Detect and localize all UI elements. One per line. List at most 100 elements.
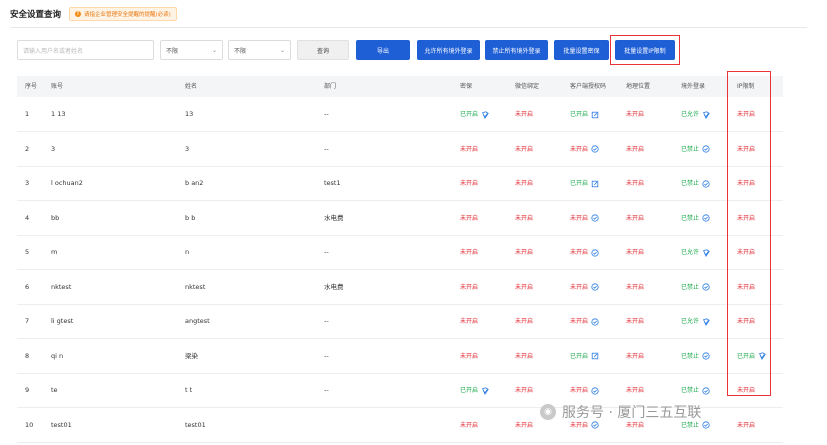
cell-wechat[interactable]: 未开启 <box>515 132 533 166</box>
cell-client[interactable]: 未开启 <box>570 201 599 235</box>
cell-dept: -- <box>324 351 329 360</box>
cell-mibao[interactable]: 已开启 <box>460 373 489 407</box>
cell-overseas[interactable]: 已禁止 <box>681 201 710 235</box>
cell-geo[interactable]: 未开启 <box>626 235 644 269</box>
shield-check-icon[interactable] <box>702 236 710 270</box>
cell-client[interactable]: 已开启 <box>570 97 599 131</box>
cell-overseas[interactable]: 已禁止 <box>681 166 710 200</box>
cell-mibao[interactable]: 未开启 <box>460 270 478 304</box>
status-text: 已开启 <box>570 352 589 360</box>
status-text: 未开启 <box>515 249 534 256</box>
cell-client[interactable]: 未开启 <box>570 270 599 304</box>
cell-overseas[interactable]: 已禁止 <box>681 132 710 166</box>
cell-dept: 水电费 <box>324 282 344 291</box>
cell-name: b b <box>185 213 196 222</box>
cell-client[interactable]: 已开启 <box>570 339 599 373</box>
filter-select-1[interactable]: 不限 ⌄ <box>160 40 223 60</box>
shield-check-icon[interactable] <box>702 305 710 339</box>
shield-check-icon[interactable] <box>702 98 710 132</box>
status-text: 已禁止 <box>681 180 700 187</box>
search-input[interactable]: 请输入用户名或者姓名 <box>17 40 154 60</box>
check-circle-icon[interactable] <box>702 374 710 408</box>
cell-wechat[interactable]: 未开启 <box>515 201 533 235</box>
cell-client[interactable]: 未开启 <box>570 304 599 338</box>
cell-name: 梁染 <box>185 351 198 360</box>
cell-overseas[interactable]: 已允许 <box>681 304 710 338</box>
status-text: 未开启 <box>460 283 479 291</box>
cell-wechat[interactable]: 未开启 <box>515 339 533 373</box>
export-button[interactable]: 导出 <box>356 40 410 60</box>
cell-mibao[interactable]: 未开启 <box>460 235 478 269</box>
cell-wechat[interactable]: 未开启 <box>515 304 533 338</box>
notice-tip-text: 请指企业管理安全提醒的提醒(必读) <box>84 12 171 18</box>
cell-geo[interactable]: 未开启 <box>626 201 644 235</box>
check-circle-icon[interactable] <box>591 305 599 339</box>
cell-geo[interactable]: 未开启 <box>626 339 644 373</box>
edit-icon[interactable] <box>591 98 599 132</box>
cell-geo[interactable]: 未开启 <box>626 166 644 200</box>
cell-dept: 水电费 <box>324 213 344 222</box>
cell-client[interactable]: 已开启 <box>570 166 599 200</box>
cell-overseas[interactable]: 已禁止 <box>681 339 710 373</box>
cell-account: 3 <box>51 144 56 153</box>
cell-geo[interactable]: 未开启 <box>626 304 644 338</box>
cell-wechat[interactable]: 未开启 <box>515 235 533 269</box>
cell-wechat[interactable]: 未开启 <box>515 373 533 407</box>
status-text: 未开启 <box>460 214 479 222</box>
cell-wechat[interactable]: 未开启 <box>515 408 533 442</box>
page-title: 安全设置查询 <box>10 10 62 20</box>
cell-no: 5 <box>25 248 30 256</box>
cell-client[interactable]: 未开启 <box>570 132 599 166</box>
cell-wechat[interactable]: 未开启 <box>515 166 533 200</box>
cell-geo[interactable]: 未开启 <box>626 132 644 166</box>
header-divider <box>10 27 807 28</box>
edit-icon[interactable] <box>591 167 599 201</box>
check-circle-icon[interactable] <box>591 271 599 305</box>
forbid-all-overseas-button[interactable]: 禁止所有境外登录 <box>485 40 548 60</box>
cell-overseas[interactable]: 已禁止 <box>681 270 710 304</box>
check-circle-icon[interactable] <box>702 340 710 374</box>
check-circle-icon[interactable] <box>591 202 599 236</box>
cell-no: 6 <box>25 282 30 291</box>
cell-mibao[interactable]: 已开启 <box>460 97 489 131</box>
check-circle-icon[interactable] <box>702 271 710 305</box>
shield-check-icon[interactable] <box>481 374 489 408</box>
notice-tip[interactable]: ! 请指企业管理安全提醒的提醒(必读) <box>69 7 177 21</box>
cell-overseas[interactable]: 已允许 <box>681 97 710 131</box>
filter-select-2[interactable]: 不限 ⌄ <box>228 40 291 60</box>
highlight-box-batch-ip <box>610 35 680 65</box>
cell-overseas[interactable]: 已允许 <box>681 235 710 269</box>
status-text: 未开启 <box>515 387 534 394</box>
check-circle-icon[interactable] <box>702 133 710 167</box>
cell-dept: -- <box>324 317 329 325</box>
shield-check-icon[interactable] <box>481 98 489 132</box>
check-circle-icon[interactable] <box>702 409 710 443</box>
cell-ip[interactable]: 未开启 <box>737 408 755 442</box>
check-circle-icon[interactable] <box>702 167 710 201</box>
cell-mibao[interactable]: 未开启 <box>460 408 478 442</box>
check-circle-icon[interactable] <box>702 202 710 236</box>
cell-mibao[interactable]: 未开启 <box>460 132 478 166</box>
search-placeholder: 请输入用户名或者姓名 <box>23 47 84 55</box>
cell-mibao[interactable]: 未开启 <box>460 339 478 373</box>
col-header-no: 序号 <box>25 83 38 90</box>
batch-password-button[interactable]: 批量设置密保 <box>554 40 609 60</box>
status-text: 未开启 <box>570 145 589 153</box>
cell-name: angtest <box>185 317 210 325</box>
cell-mibao[interactable]: 未开启 <box>460 201 478 235</box>
cell-account: test01 <box>51 420 72 429</box>
cell-mibao[interactable]: 未开启 <box>460 304 478 338</box>
cell-mibao[interactable]: 未开启 <box>460 166 478 200</box>
status-text: 未开启 <box>515 352 534 360</box>
cell-client[interactable]: 未开启 <box>570 235 599 269</box>
check-circle-icon[interactable] <box>591 133 599 167</box>
check-circle-icon[interactable] <box>591 236 599 270</box>
cell-wechat[interactable]: 未开启 <box>515 270 533 304</box>
cell-wechat[interactable]: 未开启 <box>515 97 533 131</box>
query-button[interactable]: 查询 <box>297 40 349 60</box>
cell-account: 1 13 <box>51 110 66 118</box>
allow-all-overseas-button[interactable]: 允许所有境外登录 <box>417 40 480 60</box>
edit-icon[interactable] <box>591 340 599 374</box>
cell-geo[interactable]: 未开启 <box>626 270 644 304</box>
cell-geo[interactable]: 未开启 <box>626 97 644 131</box>
